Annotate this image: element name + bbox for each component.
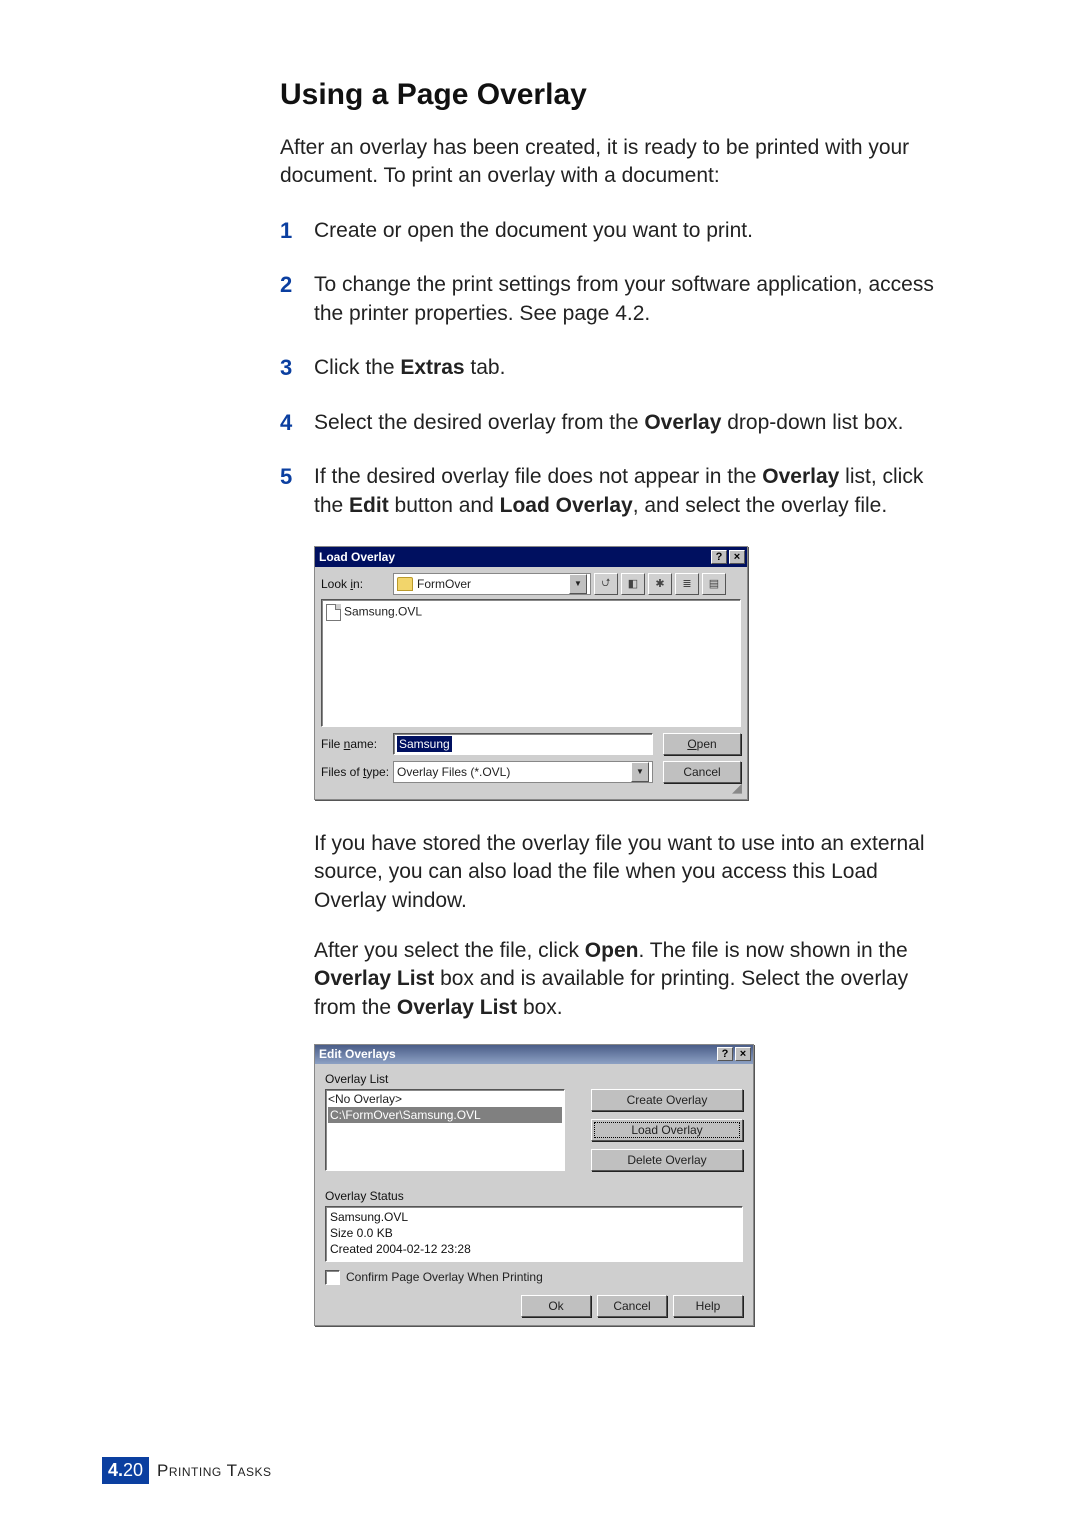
delete-overlay-button[interactable]: Delete Overlay xyxy=(591,1149,743,1171)
desktop-icon[interactable]: ◧ xyxy=(621,573,645,595)
filename-input[interactable]: Samsung xyxy=(393,733,653,755)
load-overlay-button[interactable]: Load Overlay xyxy=(591,1119,743,1141)
step-body: If the desired overlay file does not app… xyxy=(314,463,954,520)
bold-term: Edit xyxy=(349,494,389,517)
close-button[interactable]: × xyxy=(735,1047,751,1061)
bold-term: Overlay xyxy=(644,411,721,434)
file-list[interactable]: Samsung.OVL xyxy=(321,599,741,727)
filename-value: Samsung xyxy=(397,736,452,752)
step-body: Create or open the document you want to … xyxy=(314,217,753,245)
file-item[interactable]: Samsung.OVL xyxy=(344,605,422,619)
page-title: Using a Page Overlay xyxy=(280,78,1000,112)
cancel-button[interactable]: Cancel xyxy=(663,761,741,783)
text: If the desired overlay file does not app… xyxy=(314,465,762,488)
help-button[interactable]: Help xyxy=(673,1295,743,1317)
text: , and select the overlay file. xyxy=(633,494,887,517)
create-overlay-button[interactable]: Create Overlay xyxy=(591,1089,743,1111)
text: . The file is now shown in the xyxy=(638,939,907,962)
open-button[interactable]: Open xyxy=(663,733,741,755)
text: Click the xyxy=(314,356,400,379)
cancel-button[interactable]: Cancel xyxy=(597,1295,667,1317)
step-number: 4 xyxy=(280,409,314,438)
text: button and xyxy=(389,494,500,517)
close-button[interactable]: × xyxy=(729,550,745,564)
dialog-title: Load Overlay xyxy=(319,550,395,564)
folder-icon xyxy=(397,577,413,591)
text: Select the desired overlay from the xyxy=(314,411,644,434)
titlebar: Edit Overlays ? × xyxy=(315,1045,753,1064)
text: tab. xyxy=(465,356,506,379)
filetype-value: Overlay Files (*.OVL) xyxy=(397,765,627,779)
bold-term: Open xyxy=(585,939,639,962)
paragraph: After you select the file, click Open. T… xyxy=(314,937,954,1022)
look-in-label: Look in: xyxy=(321,577,393,591)
chevron-down-icon[interactable] xyxy=(631,762,649,782)
step-number: 5 xyxy=(280,463,314,492)
details-view-icon[interactable]: ▤ xyxy=(702,573,726,595)
bold-term: Load Overlay xyxy=(500,494,633,517)
help-button[interactable]: ? xyxy=(711,550,727,564)
status-line: Samsung.OVL xyxy=(330,1209,738,1225)
bold-term: Overlay List xyxy=(314,967,434,990)
steps-list: 1 Create or open the document you want t… xyxy=(280,217,1000,520)
new-folder-icon[interactable]: ✱ xyxy=(648,573,672,595)
checkbox-icon[interactable] xyxy=(325,1270,340,1285)
list-item[interactable]: <No Overlay> xyxy=(328,1092,562,1106)
bold-term: Extras xyxy=(400,356,464,379)
page-number-badge: 4.20 xyxy=(102,1457,149,1484)
filetype-label: Files of type: xyxy=(321,765,393,779)
help-button[interactable]: ? xyxy=(717,1047,733,1061)
folder-up-icon[interactable]: ⮍ xyxy=(594,573,618,595)
ok-button[interactable]: Ok xyxy=(521,1295,591,1317)
text: . xyxy=(644,302,650,325)
overlay-listbox[interactable]: <No Overlay> C:\FormOver\Samsung.OVL xyxy=(325,1089,565,1171)
dialog-title: Edit Overlays xyxy=(319,1047,396,1061)
status-line: Created 2004-02-12 23:28 xyxy=(330,1241,738,1257)
step-body: Select the desired overlay from the Over… xyxy=(314,409,904,437)
text: box. xyxy=(517,996,563,1019)
text: After you select the file, click xyxy=(314,939,585,962)
titlebar: Load Overlay ? × xyxy=(315,547,747,567)
chevron-down-icon[interactable] xyxy=(569,574,587,594)
filename-label: File name: xyxy=(321,737,393,751)
list-item-selected[interactable]: C:\FormOver\Samsung.OVL xyxy=(328,1107,562,1123)
page-reference-link[interactable]: page 4.2 xyxy=(563,302,645,325)
load-overlay-dialog: Load Overlay ? × Look in: FormOver ⮍ ◧ ✱… xyxy=(314,546,748,800)
resize-grip-icon[interactable]: ◢ xyxy=(321,783,741,793)
overlay-status-label: Overlay Status xyxy=(325,1189,743,1203)
filetype-combo[interactable]: Overlay Files (*.OVL) xyxy=(393,761,653,783)
step-number: 1 xyxy=(280,217,314,246)
page-footer: 4.20 Printing Tasks xyxy=(102,1457,272,1484)
overlay-list-label: Overlay List xyxy=(325,1072,743,1086)
bold-term: Overlay xyxy=(762,465,839,488)
confirm-overlay-checkbox[interactable]: Confirm Page Overlay When Printing xyxy=(325,1270,743,1285)
step-number: 3 xyxy=(280,354,314,383)
look-in-combo[interactable]: FormOver xyxy=(393,573,591,595)
page: Using a Page Overlay After an overlay ha… xyxy=(0,0,1080,1526)
status-line: Size 0.0 KB xyxy=(330,1225,738,1241)
look-in-value: FormOver xyxy=(417,577,565,591)
paragraph: If you have stored the overlay file you … xyxy=(314,830,954,915)
overlay-status-box: Samsung.OVL Size 0.0 KB Created 2004-02-… xyxy=(325,1206,743,1262)
intro-paragraph: After an overlay has been created, it is… xyxy=(280,134,940,191)
text: drop-down list box. xyxy=(721,411,903,434)
list-view-icon[interactable]: ≣ xyxy=(675,573,699,595)
step-body: Click the Extras tab. xyxy=(314,354,505,382)
file-icon xyxy=(326,604,341,621)
edit-overlays-dialog: Edit Overlays ? × Overlay List <No Overl… xyxy=(314,1044,754,1326)
step-body: To change the print settings from your s… xyxy=(314,271,954,328)
step-number: 2 xyxy=(280,271,314,300)
checkbox-label: Confirm Page Overlay When Printing xyxy=(346,1270,543,1284)
section-name: Printing Tasks xyxy=(157,1461,272,1481)
bold-term: Overlay List xyxy=(397,996,517,1019)
